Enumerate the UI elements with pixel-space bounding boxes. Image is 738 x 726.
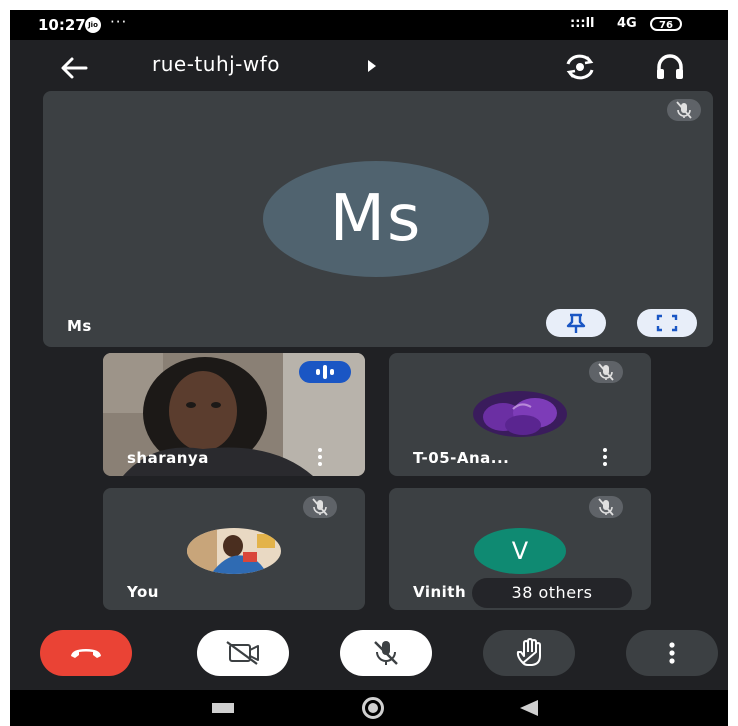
mic-off-badge [589,496,623,518]
battery-icon: 76 [650,17,682,31]
avatar: V [474,528,566,574]
carrier-icon: Jio [85,17,101,33]
profile-photo [473,391,567,437]
flip-camera-button[interactable] [560,50,600,84]
network-type: 4G [617,16,637,31]
raise-hand-icon [516,638,541,666]
participant-tile-t05[interactable]: T-05-Ana... [389,353,651,476]
mic-off-icon [312,498,328,516]
fullscreen-button[interactable] [637,309,697,337]
participant-name: sharanya [127,449,209,467]
mic-off-icon [598,498,614,516]
fullscreen-icon [656,314,678,332]
camera-toggle-button[interactable] [197,630,289,676]
mic-off-icon [676,101,692,119]
mic-off-badge [303,496,337,518]
top-bar: rue-tuhj-wfo [10,40,728,96]
more-options-button[interactable] [626,630,718,676]
main-participant-name: Ms [67,317,92,335]
notification-dots: ··· [110,13,128,31]
audio-level-icon [316,365,334,379]
arrow-left-icon [61,57,88,79]
mic-toggle-button[interactable] [340,630,432,676]
back-button[interactable] [56,52,92,84]
meeting-code[interactable]: rue-tuhj-wfo [152,52,280,76]
participant-tile-you[interactable]: You [103,488,365,610]
participant-name: T-05-Ana... [413,449,510,467]
pin-button[interactable] [546,309,606,337]
flip-camera-icon [566,54,594,80]
end-call-button[interactable] [40,630,132,676]
speaking-badge [299,361,351,383]
status-time: 10:27 [38,16,86,34]
status-bar: 10:27 Jio ··· :::ll 4G 76 [10,10,728,40]
mic-off-icon [598,363,614,381]
more-vert-icon[interactable] [602,448,608,468]
avatar [187,528,281,574]
more-vert-icon[interactable] [317,448,323,468]
call-end-icon [71,649,101,658]
meeting-info-arrow-icon[interactable] [368,60,376,72]
others-count-chip[interactable]: 38 others [472,578,632,608]
avatar-initial: V [511,537,529,565]
more-vert-icon [669,642,675,664]
mic-off-badge [667,99,701,121]
meet-screen: 10:27 Jio ··· :::ll 4G 76 rue-tuhj-wfo M… [10,10,728,726]
home-icon[interactable] [362,697,384,719]
pin-icon [566,313,586,333]
main-avatar: Ms [263,161,489,277]
signal-icon: :::ll [570,16,595,31]
mic-off-icon [374,641,398,665]
videocam-off-icon [226,641,259,665]
headphones-icon [657,54,683,79]
raise-hand-button[interactable] [483,630,575,676]
mic-off-badge [589,361,623,383]
participant-name: You [127,583,159,601]
main-avatar-initials: Ms [329,182,423,256]
main-participant-tile[interactable]: Ms Ms [43,91,713,347]
system-nav-bar [10,690,728,726]
avatar [473,391,567,437]
back-triangle-icon[interactable] [520,700,538,716]
audio-output-button[interactable] [650,50,690,84]
participant-name: Vinith [413,583,467,601]
recent-apps-icon[interactable] [212,703,234,713]
profile-photo [187,528,281,574]
participant-tile-sharanya[interactable]: sharanya [103,353,365,476]
